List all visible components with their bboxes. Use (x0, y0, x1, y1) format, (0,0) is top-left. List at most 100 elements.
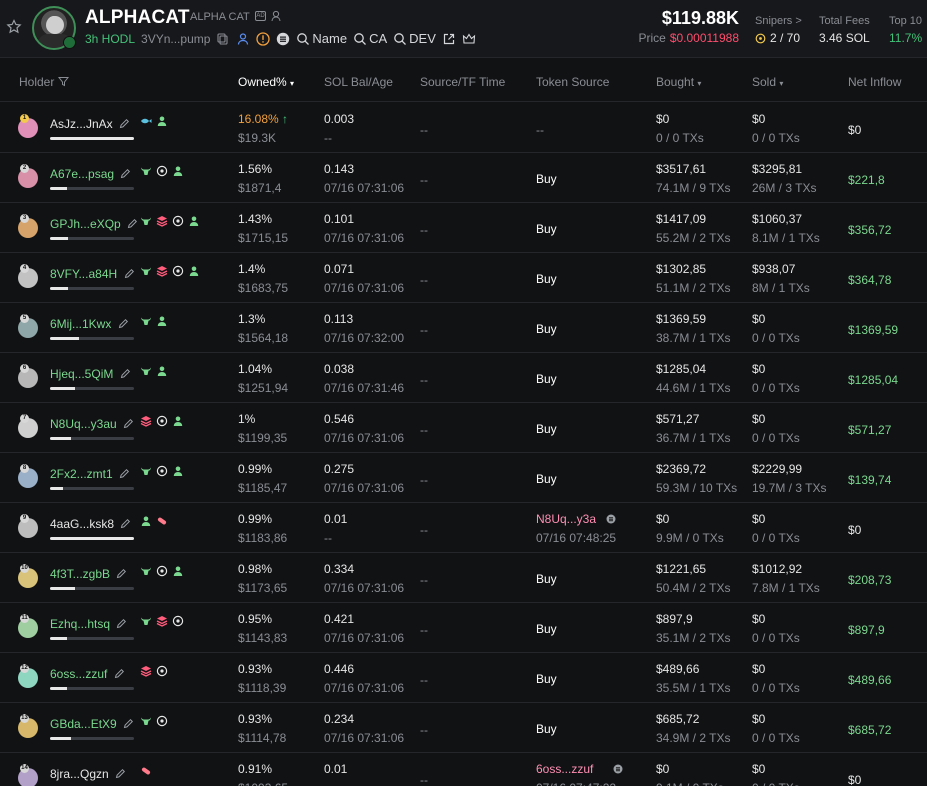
source-tf-time: -- (420, 673, 428, 687)
token-source-wallet[interactable]: 6oss...zzuf (536, 762, 593, 776)
table-row[interactable]: 6 Hjeq...5QiM 1.04% $1251,94 0.038 07/16… (0, 353, 927, 403)
filter-icon[interactable] (57, 76, 69, 87)
target-icon (172, 615, 184, 630)
holder-address[interactable]: A67e...psag (50, 167, 131, 181)
sold-usd: $3295,81 (752, 162, 803, 176)
sold-usd: $0 (752, 762, 766, 776)
table-row[interactable]: 5 6Mij...1Kwx 1.3% $1564,18 0.113 07/16 … (0, 303, 927, 353)
social-icon[interactable] (270, 10, 282, 22)
crown-icon[interactable] (462, 32, 476, 46)
edit-icon[interactable] (127, 218, 138, 229)
rank-badge: 10 (20, 564, 29, 573)
edit-icon[interactable] (120, 368, 131, 379)
sold-txs: 8M / 1 TXs (752, 281, 810, 295)
token-source-wallet[interactable]: N8Uq...y3a (536, 512, 596, 526)
sol-balance: 0.003 (324, 112, 355, 126)
table-row[interactable]: 10 4f3T...zgbB 0.98% $1173,65 0.334 07/1… (0, 553, 927, 603)
snipers-value: 2 / 70 (755, 31, 800, 45)
edit-icon[interactable] (123, 418, 134, 429)
holder-address[interactable]: 4f3T...zgbB (50, 567, 127, 581)
wallet-age: 07/16 07:31:06 (324, 631, 405, 645)
holder-address[interactable]: 4aaG...ksk8 (50, 517, 131, 531)
holder-tags (140, 665, 168, 680)
holder-address[interactable]: Ezhq...htsq (50, 617, 127, 631)
snipers-label[interactable]: Snipers > (755, 15, 802, 27)
table-row[interactable]: 2 A67e...psag 1.56% $1871,4 0.143 07/16 … (0, 153, 927, 203)
holder-address[interactable]: 8VFY...a84H (50, 267, 135, 281)
sol-balance: 0.334 (324, 562, 355, 576)
token-source-time: 07/16 07:48:25 (536, 531, 617, 545)
holder-address[interactable]: N8Uq...y3au (50, 417, 134, 431)
table-row[interactable]: 11 Ezhq...htsq 0.95% $1143,83 0.421 07/1… (0, 603, 927, 653)
edit-icon[interactable] (120, 168, 131, 179)
owned-usd: $1199,35 (238, 431, 288, 445)
warning-icon[interactable] (256, 31, 271, 46)
sol-balance: 0.421 (324, 612, 355, 626)
table-row[interactable]: 12 6oss...zzuf 0.93% $1118,39 0.446 07/1… (0, 653, 927, 703)
holder-tags (140, 165, 184, 180)
holder-address[interactable]: GBda...EtX9 (50, 717, 134, 731)
edit-icon[interactable] (123, 718, 134, 729)
bull-icon (140, 565, 152, 580)
sold-txs: 26M / 3 TXs (752, 181, 817, 195)
dev-user-icon[interactable] (236, 32, 250, 46)
net-inflow: $221,8 (848, 173, 885, 187)
wallet-age: -- (324, 781, 332, 786)
owned-percent: 1% (238, 412, 256, 426)
col-sol-bal[interactable]: SOL Bal/Age (324, 75, 393, 89)
col-token-source[interactable]: Token Source (536, 75, 609, 89)
holder-address[interactable]: AsJz...JnAx (50, 117, 130, 131)
edit-icon[interactable] (124, 268, 135, 279)
edit-icon[interactable] (116, 568, 127, 579)
external-link-icon[interactable] (442, 32, 456, 46)
search-dev-link[interactable]: DEV (393, 31, 436, 46)
star-icon[interactable] (6, 19, 22, 35)
sol-balance: 0.01 (324, 762, 348, 776)
col-owned[interactable]: Owned% ▾ (238, 75, 294, 89)
holder-address[interactable]: 6oss...zzuf (50, 667, 125, 681)
edit-icon[interactable] (115, 768, 126, 779)
table-row[interactable]: 4 8VFY...a84H 1.4% $1683,75 0.071 07/16 … (0, 253, 927, 303)
crosshair-icon (755, 33, 766, 43)
table-row[interactable]: 1 AsJz...JnAx 16.08% ↑ $19.3K 0.003 -- -… (0, 103, 927, 153)
owned-usd: $1251,94 (238, 381, 289, 395)
target-icon (156, 465, 168, 480)
token-source: Buy (536, 722, 557, 736)
table-row[interactable]: 13 GBda...EtX9 0.93% $1114,78 0.234 07/1… (0, 703, 927, 753)
edit-icon[interactable] (119, 468, 130, 479)
holder-tags (140, 615, 184, 630)
holder-address[interactable]: 2Fx2...zmt1 (50, 467, 130, 481)
owned-usd: $1683,75 (238, 281, 289, 295)
edit-icon[interactable] (118, 318, 129, 329)
holder-address[interactable]: 8jra...Qgzn (50, 767, 126, 781)
holder-address[interactable]: GPJh...eXQp (50, 217, 138, 231)
owned-percent: 0.99% (238, 512, 273, 526)
token-source: Buy (536, 672, 557, 686)
owned-percent: 0.98% (238, 562, 273, 576)
token-source: Buy (536, 572, 557, 586)
table-row[interactable]: 9 4aaG...ksk8 0.99% $1183,86 0.01 -- -- … (0, 503, 927, 553)
col-sold[interactable]: Sold ▾ (752, 75, 783, 89)
edit-icon[interactable] (116, 618, 127, 629)
col-source-tf[interactable]: Source/TF Time (420, 75, 505, 89)
col-bought[interactable]: Bought ▾ (656, 75, 701, 89)
table-row[interactable]: 3 GPJh...eXQp 1.43% $1715,15 0.101 07/16… (0, 203, 927, 253)
edit-icon[interactable] (114, 668, 125, 679)
col-net-inflow[interactable]: Net Inflow (848, 75, 901, 89)
table-row[interactable]: 8 2Fx2...zmt1 0.99% $1185,47 0.275 07/16… (0, 453, 927, 503)
stack-icon (140, 665, 152, 680)
edit-icon[interactable] (119, 118, 130, 129)
table-row[interactable]: 7 N8Uq...y3au 1% $1199,35 0.546 07/16 07… (0, 403, 927, 453)
col-holder[interactable]: Holder (19, 75, 69, 89)
holder-address[interactable]: 6Mij...1Kwx (50, 317, 129, 331)
holder-address[interactable]: Hjeq...5QiM (50, 367, 131, 381)
search-name-link[interactable]: Name (296, 31, 347, 46)
search-ca-link[interactable]: CA (353, 31, 387, 46)
wallet-age: 07/16 07:31:06 (324, 581, 405, 595)
copy-icon[interactable] (216, 32, 230, 46)
holder-tags (140, 765, 152, 780)
list-circle-icon[interactable] (276, 32, 290, 46)
table-row[interactable]: 14 8jra...Qgzn 0.91% $1093,65 0.01 -- --… (0, 753, 927, 786)
contract-address[interactable]: 3VYn...pump (141, 32, 210, 46)
edit-icon[interactable] (120, 518, 131, 529)
